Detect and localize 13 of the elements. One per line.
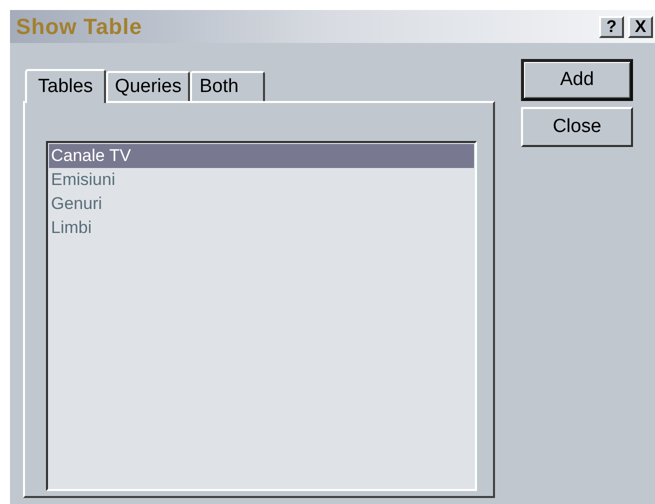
tab[interactable]: Both [190,71,265,101]
window-title: Show Table [16,13,142,41]
table-list[interactable]: Canale TV Emisiuni Genuri Limbi [46,141,477,491]
help-button[interactable]: ? [599,16,624,38]
tab[interactable]: Tables [25,69,106,103]
list-item[interactable]: Limbi [49,216,474,240]
list-item[interactable]: Canale TV [49,144,474,168]
window-close-button[interactable]: X [628,16,653,38]
list-item[interactable]: Emisiuni [49,168,474,192]
list-item[interactable]: Genuri [49,192,474,216]
add-button[interactable]: Add [521,59,633,101]
tab[interactable]: Queries [106,71,190,101]
close-dialog-button[interactable]: Close [521,107,633,147]
